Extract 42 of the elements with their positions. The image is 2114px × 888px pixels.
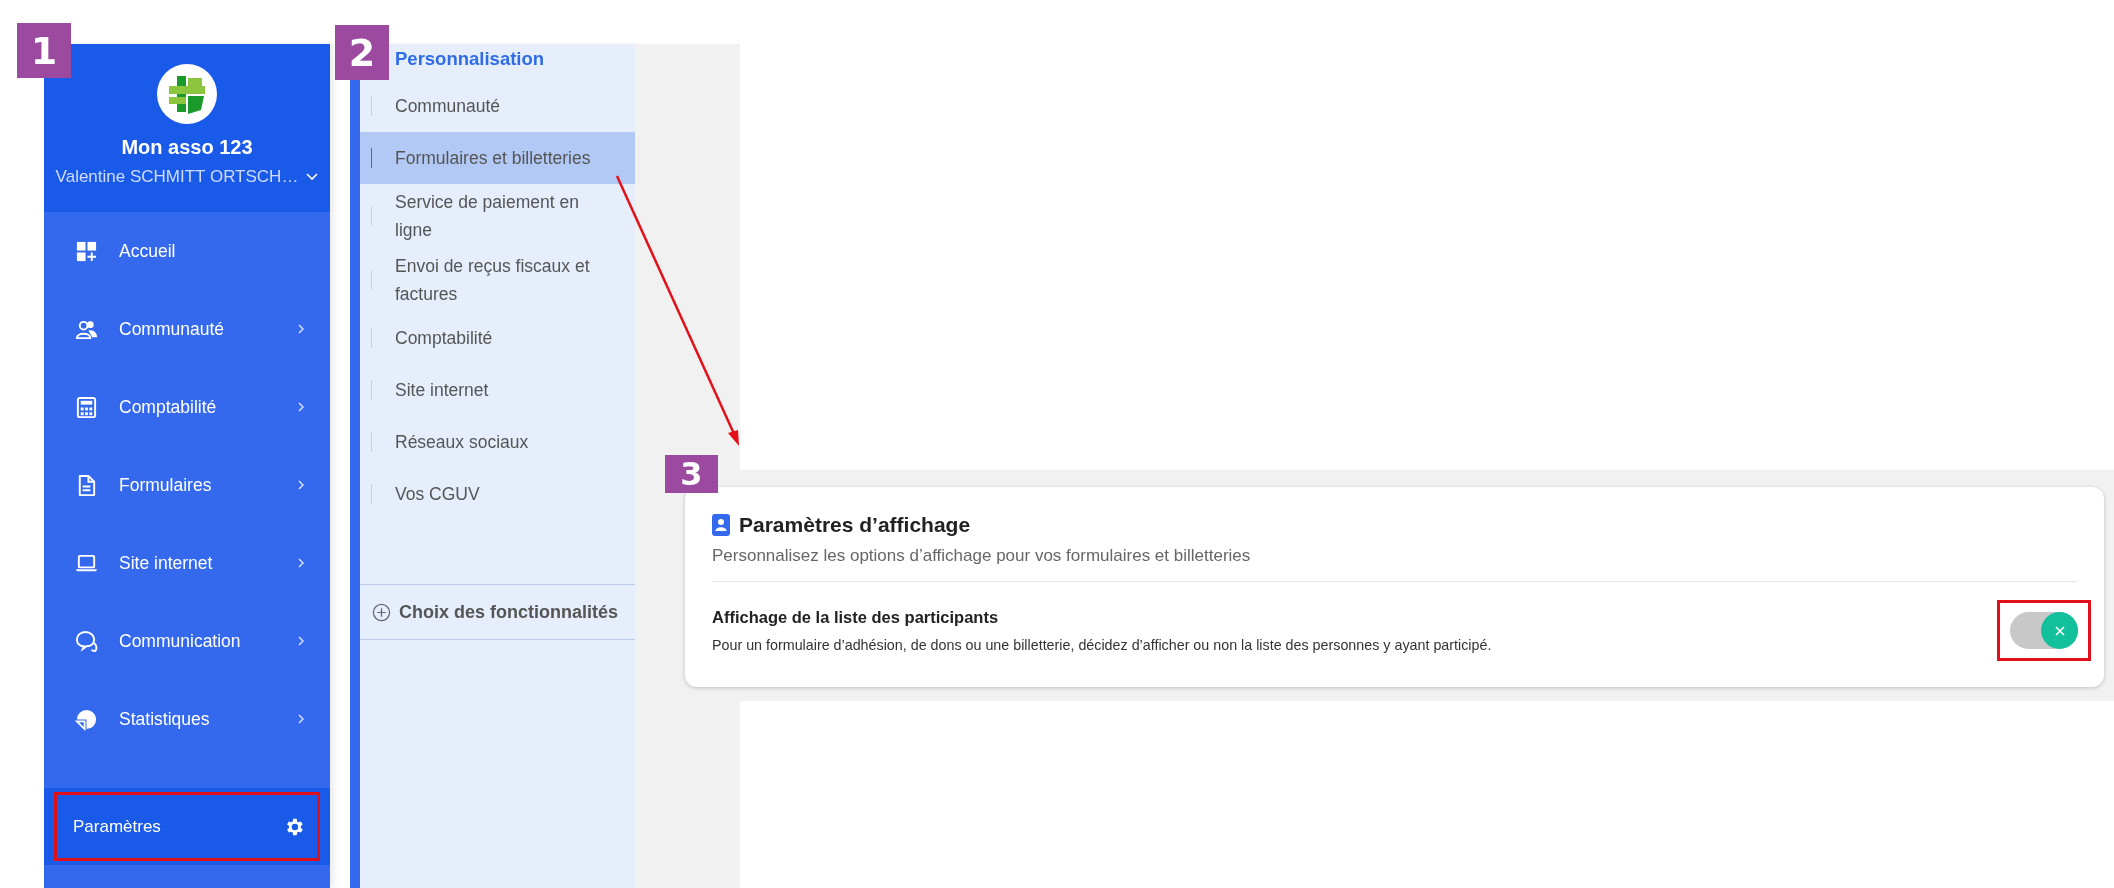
toggle-switch[interactable]: [2010, 612, 2078, 649]
step-badge: 3: [665, 455, 718, 493]
sidebar-item[interactable]: Accueil: [44, 212, 330, 290]
option-description: Pour un formulaire d’adhésion, de dons ou une billetterie, décidez d’afficher ou non la liste des personnes y ayant participé.: [712, 637, 1492, 653]
card-subtitle: Personnalisez les options d’affichage pour vos formulaires et billetteries: [712, 546, 2077, 582]
step-badge: 1: [17, 23, 71, 78]
calculator-icon: [75, 395, 98, 419]
pie-chart-icon: [75, 707, 98, 731]
settings-menu-item[interactable]: Service de paiement en ligne: [360, 184, 635, 248]
organization-name: Mon asso 123: [121, 136, 253, 159]
chevron-right-icon: [298, 402, 304, 412]
settings-menu-item[interactable]: Comptabilité: [360, 312, 635, 364]
sidebar-item[interactable]: Site internet: [44, 524, 330, 602]
dashboard-icon: [75, 239, 98, 263]
user-selector[interactable]: Valentine SCHMITT ORTSCH…: [55, 167, 319, 187]
chevron-right-icon: [298, 324, 304, 334]
sidebar-item[interactable]: Statistiques: [44, 680, 330, 758]
settings-menu-item[interactable]: Envoi de reçus fiscaux et factures: [360, 248, 635, 312]
sidebar-item[interactable]: Comptabilité: [44, 368, 330, 446]
step-badge: 2: [335, 25, 389, 80]
chevron-right-icon: [298, 558, 304, 568]
chevron-right-icon: [298, 714, 304, 724]
settings-menu-item[interactable]: Réseaux sociaux: [360, 416, 635, 468]
settings-menu-item[interactable]: Site internet: [360, 364, 635, 416]
sidebar-item[interactable]: Formulaires: [44, 446, 330, 524]
chevron-right-icon: [298, 636, 304, 646]
settings-item[interactable]: Paramètres: [54, 792, 320, 861]
chat-icon: [75, 629, 98, 653]
user-badge-icon: [712, 514, 730, 536]
plus-circle-icon: [372, 602, 391, 622]
chevron-down-icon: [306, 173, 319, 181]
chevron-right-icon: [298, 480, 304, 490]
settings-menu-item[interactable]: Communauté: [360, 80, 635, 132]
settings-menu-item[interactable]: Formulaires et billetteries: [360, 132, 635, 184]
sidebar-item[interactable]: Communauté: [44, 290, 330, 368]
card-title: Paramètres d’affichage: [739, 513, 971, 537]
option-title: Affichage de la liste des participants: [712, 608, 1000, 627]
settings-menu-item[interactable]: Vos CGUV: [360, 468, 635, 520]
sidebar-item[interactable]: Communication: [44, 602, 330, 680]
close-icon: [2053, 624, 2066, 637]
settings-menu-title: Personnalisation: [394, 47, 546, 71]
logo-icon: [157, 64, 217, 124]
